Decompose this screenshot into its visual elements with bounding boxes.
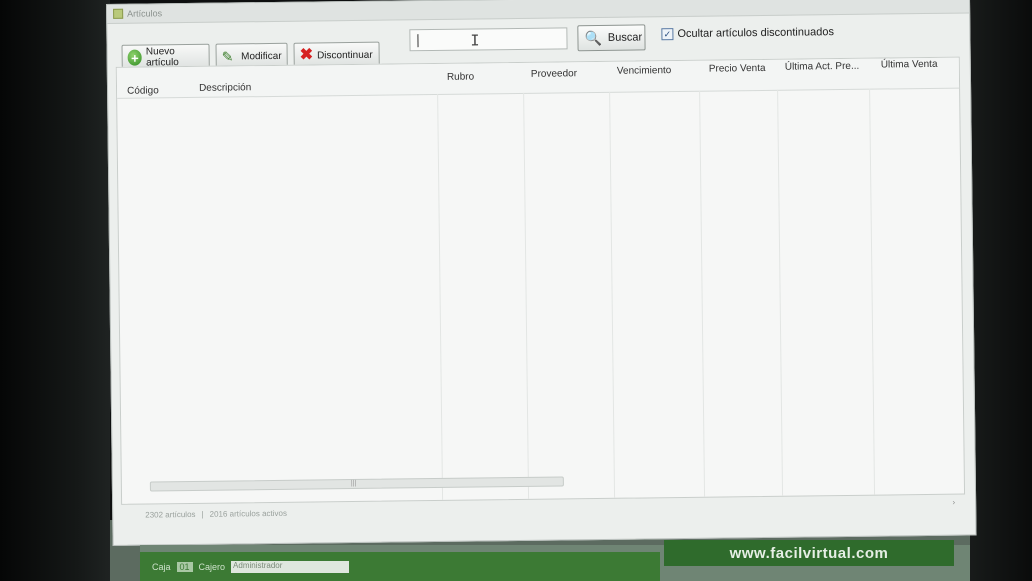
scroll-right-arrow-icon[interactable]: › (952, 498, 955, 507)
active-articles-count: 2016 artículos activos (209, 508, 288, 519)
column-header-precio-venta[interactable]: Precio Venta (709, 63, 766, 75)
plus-circle-icon: + (127, 49, 143, 66)
column-header-vencimiento[interactable]: Vencimiento (617, 65, 672, 77)
search-button-label: Buscar (607, 31, 643, 44)
column-header-codigo[interactable]: Código (127, 85, 159, 96)
caja-value: 01 (176, 561, 193, 572)
cajero-label: Cajero (198, 561, 226, 572)
window-icon (113, 8, 124, 19)
articles-window: Artículos + Nuevo artículo ✎ Modificar ✖… (106, 0, 977, 546)
hide-discontinued-checkbox[interactable]: ✓ (661, 28, 674, 41)
column-header-proveedor[interactable]: Proveedor (531, 68, 577, 80)
column-header-ultima-act-precio[interactable]: Última Act. Pre... (785, 61, 860, 73)
search-input[interactable] (409, 27, 568, 52)
magnifier-icon: 🔍 (584, 29, 602, 46)
grid-column-divider (523, 92, 530, 499)
column-header-ultima-venta[interactable]: Última Venta (881, 59, 938, 71)
articles-grid[interactable]: Código Descripción Rubro Proveedor Venci… (115, 56, 966, 505)
articles-count: 2302 artículos (145, 509, 196, 520)
ibeam-cursor-icon: I (470, 31, 480, 50)
column-header-rubro[interactable]: Rubro (447, 72, 474, 83)
x-icon: ✖ (299, 46, 314, 64)
grid-column-divider (777, 89, 784, 496)
grid-column-divider (869, 88, 876, 495)
hide-discontinued-toggle[interactable]: ✓ Ocultar artículos discontinuados (661, 26, 835, 41)
hide-discontinued-label: Ocultar artículos discontinuados (677, 26, 835, 41)
status-separator: | (201, 509, 204, 519)
discontinue-label: Discontinuar (316, 49, 373, 61)
text-caret (417, 34, 419, 48)
grid-column-divider (437, 93, 444, 500)
monitor-bezel-left (0, 0, 110, 581)
scrollbar-grip-icon: ||| (350, 479, 357, 488)
footer-bar: Caja 01 Cajero Administrador (140, 552, 660, 581)
grid-column-divider (609, 91, 616, 498)
edit-label: Modificar (241, 50, 282, 62)
window-title: Artículos (127, 8, 163, 19)
horizontal-scrollbar[interactable]: ||| (149, 476, 564, 492)
footer-url[interactable]: www.facilvirtual.com (664, 540, 954, 566)
search-button[interactable]: 🔍 Buscar (577, 24, 646, 52)
column-header-descripcion[interactable]: Descripción (199, 82, 251, 94)
caja-label: Caja (152, 561, 171, 572)
pencil-icon: ✎ (221, 48, 234, 65)
grid-column-divider (699, 90, 706, 497)
cajero-value: Administrador (231, 560, 350, 573)
